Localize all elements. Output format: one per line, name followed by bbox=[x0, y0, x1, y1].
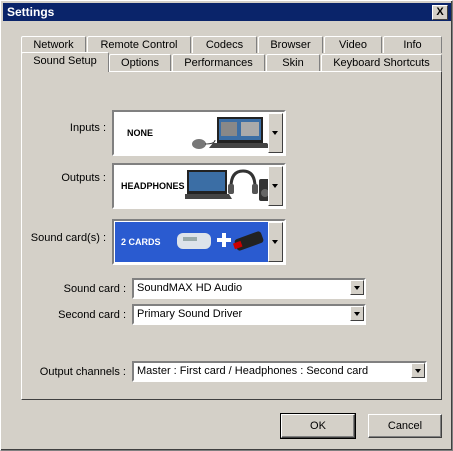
outputs-picker[interactable]: HEADPHONES bbox=[112, 163, 286, 209]
sound-cards-picker[interactable]: 2 CARDS bbox=[112, 219, 286, 265]
second-card-dropdown-arrow[interactable] bbox=[350, 306, 364, 321]
output-channels-label: Output channels : bbox=[39, 366, 126, 378]
sound-card-dropdown-arrow[interactable] bbox=[350, 280, 364, 295]
outputs-image: HEADPHONES bbox=[115, 166, 269, 206]
tab-keyboard-shortcuts[interactable]: Keyboard Shortcuts bbox=[321, 54, 442, 71]
ok-button[interactable]: OK bbox=[280, 413, 356, 439]
sound-cards-image: 2 CARDS bbox=[115, 222, 269, 262]
outputs-value: HEADPHONES bbox=[121, 181, 185, 191]
sound-card-label: Sound card : bbox=[63, 283, 126, 295]
second-card-value: Primary Sound Driver bbox=[137, 308, 243, 320]
sound-card-value: SoundMAX HD Audio bbox=[137, 282, 243, 294]
cancel-button[interactable]: Cancel bbox=[368, 414, 442, 438]
second-card-select[interactable]: Primary Sound Driver bbox=[132, 304, 366, 325]
tab-performances[interactable]: Performances bbox=[172, 54, 265, 71]
output-channels-value: Master : First card / Headphones : Secon… bbox=[137, 365, 369, 377]
inputs-picker[interactable]: NONE bbox=[112, 110, 286, 156]
laptop-icon bbox=[192, 117, 269, 149]
tab-codecs[interactable]: Codecs bbox=[192, 36, 257, 53]
inputs-dropdown-arrow[interactable] bbox=[268, 113, 283, 153]
headphones-speaker-icon bbox=[185, 169, 269, 201]
tab-options[interactable]: Options bbox=[109, 54, 171, 71]
title-bar: Settings X bbox=[3, 3, 451, 21]
sound-card-select[interactable]: SoundMAX HD Audio bbox=[132, 278, 366, 299]
inputs-label: Inputs : bbox=[69, 122, 106, 134]
sound-cards-label: Sound card(s) : bbox=[30, 232, 106, 244]
tab-remote-control[interactable]: Remote Control bbox=[87, 36, 191, 53]
second-card-label: Second card : bbox=[58, 309, 126, 321]
sound-cards-value: 2 CARDS bbox=[121, 237, 161, 247]
sound-setup-panel: Inputs : NONE Outputs : HEADPHONES Sound… bbox=[21, 71, 442, 400]
output-channels-dropdown-arrow[interactable] bbox=[411, 363, 425, 378]
tab-browser[interactable]: Browser bbox=[258, 36, 323, 53]
inputs-image: NONE bbox=[115, 113, 269, 153]
tab-network[interactable]: Network bbox=[21, 36, 86, 53]
settings-window: Settings X Network Remote Control Codecs… bbox=[0, 0, 453, 451]
tab-sound-setup[interactable]: Sound Setup bbox=[21, 52, 109, 72]
outputs-dropdown-arrow[interactable] bbox=[268, 166, 283, 206]
output-channels-select[interactable]: Master : First card / Headphones : Secon… bbox=[132, 361, 427, 382]
tab-info[interactable]: Info bbox=[383, 36, 442, 53]
sound-card-devices-icon bbox=[177, 231, 264, 251]
close-button[interactable]: X bbox=[432, 5, 448, 20]
tab-video[interactable]: Video bbox=[324, 36, 382, 53]
window-title: Settings bbox=[7, 5, 55, 19]
inputs-value: NONE bbox=[127, 128, 154, 138]
sound-cards-dropdown-arrow[interactable] bbox=[268, 222, 283, 262]
tab-skin[interactable]: Skin bbox=[266, 54, 320, 71]
outputs-label: Outputs : bbox=[61, 172, 106, 184]
